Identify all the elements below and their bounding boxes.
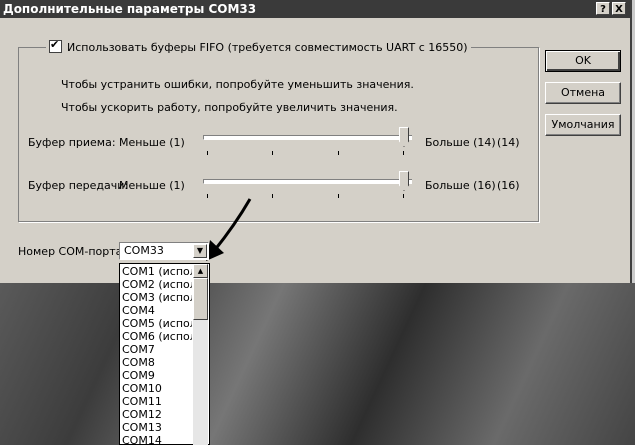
list-item[interactable]: COM9 [122,369,192,382]
list-item[interactable]: COM7 [122,343,192,356]
close-button[interactable]: X [612,2,626,15]
fifo-label: Использовать буферы FIFO (требуется совм… [67,41,468,54]
rx-value: (14) [497,136,520,149]
defaults-button[interactable]: Умолчания [545,114,621,136]
scroll-up-icon[interactable]: ▲ [193,264,208,278]
dialog-title: Дополнительные параметры COM33 [3,2,257,16]
tx-buffer-label: Буфер передачи: [28,179,129,192]
list-item[interactable]: COM2 (использ [122,278,192,291]
tx-slider-track[interactable] [203,179,412,184]
hint-increase: Чтобы ускорить работу, попробуйте увелич… [61,101,398,114]
list-item[interactable]: COM14 [122,434,192,444]
list-item[interactable]: COM8 [122,356,192,369]
tx-tick [403,194,404,198]
tx-value: (16) [497,179,520,192]
cancel-button[interactable]: Отмена [545,82,621,104]
list-item[interactable]: COM5 (использ [122,317,192,330]
tx-tick [338,194,339,198]
list-scrollbar[interactable]: ▲ [193,264,208,445]
rx-tick [338,151,339,155]
list-item[interactable]: COM1 (использ [122,265,192,278]
tx-min-label: Меньше (1) [119,179,185,192]
list-item[interactable]: COM13 [122,421,192,434]
rx-tick [272,151,273,155]
rx-tick [207,151,208,155]
background-photo [0,283,635,445]
chevron-down-icon[interactable]: ▼ [193,244,207,258]
check-mark-icon: ✔ [50,38,60,51]
fifo-checkbox[interactable]: ✔ [49,38,62,53]
scroll-thumb[interactable] [193,278,208,320]
rx-buffer-label: Буфер приема: [28,136,116,149]
com-port-select[interactable]: COM33 ▼ [119,242,209,260]
help-button[interactable]: ? [596,2,610,15]
tx-max-label: Больше (16) [425,179,496,192]
list-item[interactable]: COM6 (использ [122,330,192,343]
list-item[interactable]: COM4 [122,304,192,317]
fifo-checkbox-row[interactable]: ✔ Использовать буферы FIFO (требуется сов… [46,38,471,56]
rx-slider-track[interactable] [203,135,412,140]
com-port-selected: COM33 [124,244,164,257]
title-bar: Дополнительные параметры COM33 ? X [0,0,630,18]
annotation-arrow-icon [206,198,252,261]
list-item[interactable]: COM10 [122,382,192,395]
rx-min-label: Меньше (1) [119,136,185,149]
com-port-label: Номер COM-порта: [18,245,127,258]
list-item[interactable]: COM11 [122,395,192,408]
tx-tick [272,194,273,198]
rx-tick [403,151,404,155]
list-item[interactable]: COM12 [122,408,192,421]
rx-max-label: Больше (14) [425,136,496,149]
advanced-settings-dialog: Дополнительные параметры COM33 ? X ✔ Испо… [0,0,632,283]
hint-decrease: Чтобы устранить ошибки, попробуйте умень… [61,78,414,91]
ok-button[interactable]: OK [545,50,621,72]
list-item[interactable]: COM3 (использ [122,291,192,304]
